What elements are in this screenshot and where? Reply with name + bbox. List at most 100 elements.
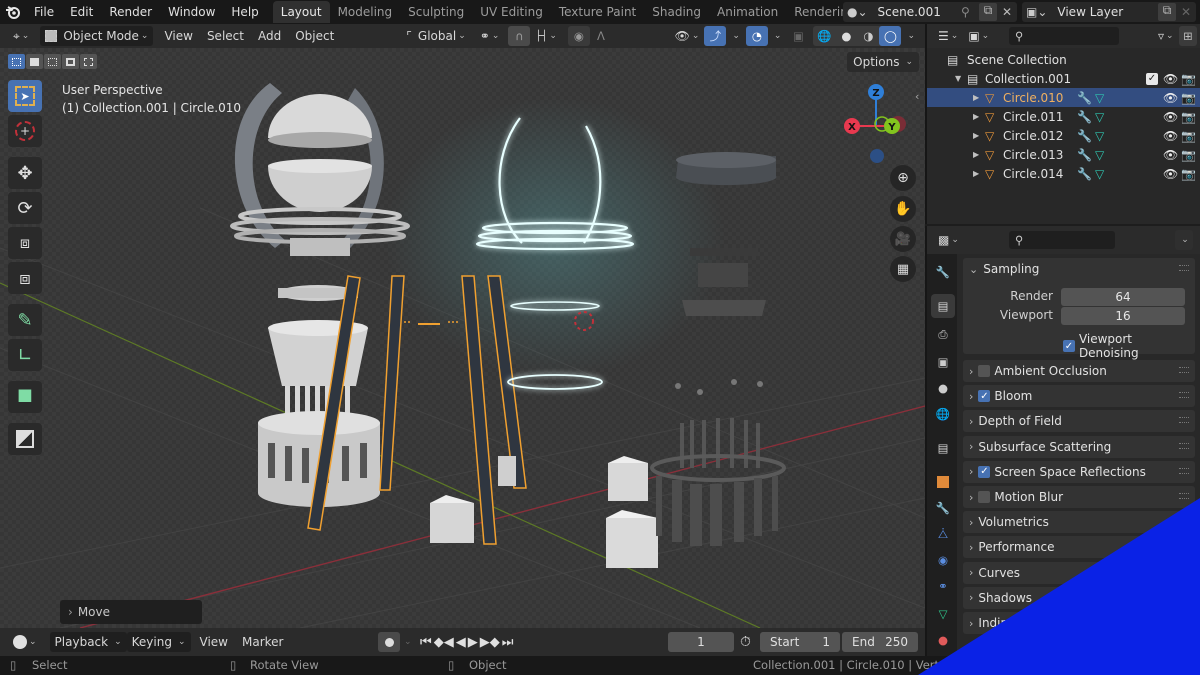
collection-camera-icon[interactable]: 📷	[1181, 72, 1196, 86]
mode-dropdown[interactable]: Object Mode ⌄	[40, 26, 154, 46]
drag-grip-icon[interactable]	[1179, 417, 1189, 424]
scene-selector[interactable]: ●⌄ Scene.001 ⚲ ⧉ ✕	[843, 2, 1017, 22]
menu-edit[interactable]: Edit	[62, 0, 101, 24]
auto-keying-toggle[interactable]	[378, 632, 400, 652]
panel-enable-checkbox[interactable]	[978, 491, 991, 503]
eye-icon[interactable]: 👁	[1163, 167, 1178, 181]
viewport-samples-field[interactable]: 16	[1061, 307, 1185, 325]
properties-panel[interactable]: › ✓ Bloom	[963, 385, 1195, 408]
ortho-toggle-button[interactable]: ▦	[890, 256, 916, 282]
tab-data[interactable]: ▽	[931, 602, 955, 626]
properties-search-input[interactable]: ⚲	[1009, 231, 1115, 249]
mesh-data-icon[interactable]: ▽	[1095, 110, 1104, 124]
blender-logo-icon[interactable]	[0, 0, 26, 24]
keying-dropdown[interactable]: ⌄	[404, 637, 412, 647]
properties-panel[interactable]: › Performance	[963, 536, 1195, 559]
playback-menu[interactable]: Playback ⌄	[49, 632, 127, 652]
modifier-wrench-icon[interactable]: 🔧	[1077, 91, 1092, 105]
tab-modifiers[interactable]: 🔧	[931, 496, 955, 520]
outliner-object-row[interactable]: ▶ ▽ Circle.012 🔧 ▽ 👁 📷	[927, 126, 1200, 145]
eye-icon[interactable]: 👁	[1163, 148, 1178, 162]
tab-world[interactable]: 🌐	[931, 402, 955, 426]
tab-render[interactable]: ▤	[931, 294, 955, 318]
mesh-data-icon[interactable]: ▽	[1095, 148, 1104, 162]
proportional-edit-toggle[interactable]: ◉	[567, 26, 590, 46]
select-subtract-button[interactable]	[44, 54, 61, 69]
display-mode-dropdown[interactable]: ▣ ⌄	[963, 26, 994, 46]
shading-wireframe[interactable]: 🌐	[813, 26, 835, 46]
tab-modeling[interactable]: Modeling	[330, 1, 401, 23]
tab-material[interactable]: ●	[931, 628, 955, 652]
next-keyframe-icon[interactable]: ▶◆	[480, 635, 500, 650]
render-camera-icon[interactable]: 📷	[1181, 91, 1196, 105]
tab-uv-editing[interactable]: UV Editing	[472, 1, 551, 23]
menu-object[interactable]: Object	[290, 26, 339, 46]
properties-panel[interactable]: › Volumetrics	[963, 511, 1195, 534]
tab-view-layer[interactable]: ▣	[931, 350, 955, 374]
timeline-view-menu[interactable]: View	[195, 632, 233, 652]
outliner-editor-type[interactable]: ☰ ⌄	[933, 26, 963, 46]
tab-constraints[interactable]: ⚭	[931, 574, 955, 598]
select-extend-button[interactable]	[26, 54, 43, 69]
properties-panel[interactable]: › Depth of Field	[963, 410, 1195, 433]
object-expand-icon[interactable]: ▶	[973, 169, 979, 178]
tab-particles[interactable]: ⧊	[931, 522, 955, 546]
outliner-search-input[interactable]: ⚲	[1009, 27, 1119, 45]
tab-object[interactable]	[931, 470, 955, 494]
modifier-wrench-icon[interactable]: 🔧	[1077, 167, 1092, 181]
panel-header[interactable]: › Volumetrics	[963, 511, 1195, 533]
drag-grip-icon[interactable]	[1179, 467, 1189, 474]
select-intersect-button[interactable]	[80, 54, 97, 69]
visibility-dropdown[interactable]: 👁 ⌄	[670, 26, 705, 46]
outliner-collection[interactable]: ▼ ▤ Collection.001 ✓ 👁 📷	[927, 69, 1200, 88]
snap-target-dropdown[interactable]: ├┤ ⌄	[530, 26, 562, 46]
tool-cursor[interactable]: +	[8, 115, 42, 147]
prev-keyframe-icon[interactable]: ◆◀	[434, 635, 454, 650]
copy-scene-icon[interactable]: ⧉	[979, 3, 997, 21]
drag-grip-icon[interactable]	[1179, 593, 1189, 600]
drag-grip-icon[interactable]	[1179, 265, 1189, 271]
drag-grip-icon[interactable]	[1179, 619, 1189, 625]
tab-animation[interactable]: Animation	[709, 1, 786, 23]
shading-solid[interactable]: ●	[835, 26, 857, 46]
zoom-view-button[interactable]: ⊕	[890, 165, 916, 191]
properties-panel[interactable]: › Curves	[963, 561, 1195, 584]
outliner-object-row[interactable]: ▶ ▽ Circle.014 🔧 ▽ 👁 📷	[927, 164, 1200, 183]
overlays-toggle[interactable]: ◔	[745, 26, 768, 46]
gizmo-dropdown[interactable]: ⌄	[732, 31, 740, 41]
gizmo-toggle[interactable]: ⤴	[704, 26, 727, 46]
menu-window[interactable]: Window	[160, 0, 223, 24]
render-camera-icon[interactable]: 📷	[1181, 148, 1196, 162]
properties-panel[interactable]: › Subsurface Scattering	[963, 435, 1195, 458]
object-expand-icon[interactable]: ▶	[973, 150, 979, 159]
collection-expand-icon[interactable]: ▼	[955, 74, 961, 83]
properties-panel[interactable]: › ✓ Screen Space Reflections	[963, 460, 1195, 483]
eye-icon[interactable]: 👁	[1163, 110, 1178, 124]
sidebar-toggle-chevron-icon[interactable]: ‹	[915, 90, 919, 103]
outliner-object-row[interactable]: ▶ ▽ Circle.010 🔧 ▽ 👁 📷	[927, 88, 1200, 107]
tab-output[interactable]: ⎙	[931, 322, 955, 346]
modifier-wrench-icon[interactable]: 🔧	[1077, 148, 1092, 162]
tool-annotate[interactable]: ✎	[8, 304, 42, 336]
render-camera-icon[interactable]: 📷	[1181, 129, 1196, 143]
drag-grip-icon[interactable]	[1179, 392, 1189, 399]
tool-add-cube[interactable]: ⯀	[8, 381, 42, 413]
jump-start-icon[interactable]: ⏮	[420, 635, 432, 650]
properties-panel[interactable]: › Ambient Occlusion	[963, 360, 1195, 382]
panel-header[interactable]: › Ambient Occlusion	[963, 360, 1195, 382]
properties-editor-type[interactable]: ▩ ⌄	[933, 230, 964, 250]
tab-physics[interactable]: ◉	[931, 548, 955, 572]
timeline-editor-type[interactable]: ⌄	[8, 632, 42, 652]
collection-eye-icon[interactable]: 👁	[1163, 72, 1178, 86]
collection-exclude-checkbox[interactable]: ✓	[1146, 72, 1158, 85]
current-frame-field[interactable]: 1	[668, 632, 734, 652]
shading-dropdown[interactable]: ⌄	[907, 31, 915, 41]
shading-material[interactable]: ◑	[857, 26, 879, 46]
drag-grip-icon[interactable]	[1179, 543, 1189, 550]
tool-move[interactable]: ✥	[8, 157, 42, 189]
tab-shading[interactable]: Shading	[644, 1, 709, 23]
shading-rendered[interactable]: ◯	[879, 26, 902, 46]
stopwatch-icon[interactable]: ⏱	[740, 634, 751, 650]
tool-measure[interactable]: ∟	[8, 339, 42, 371]
panel-header[interactable]: › Shadows	[963, 587, 1195, 609]
